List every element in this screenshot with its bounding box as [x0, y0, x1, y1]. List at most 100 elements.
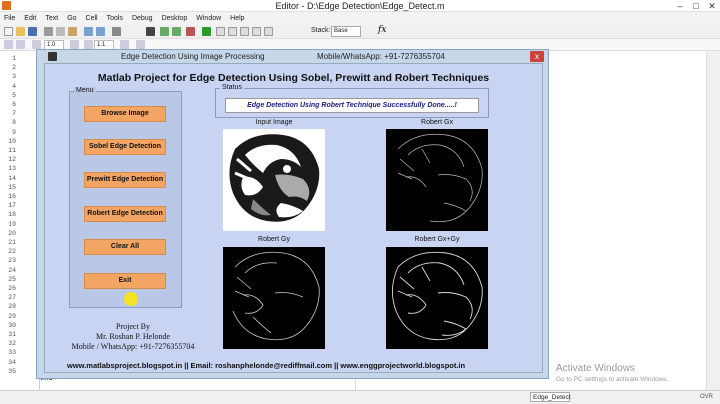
- figure-icon: [48, 52, 57, 61]
- continue-icon[interactable]: [252, 27, 261, 36]
- figure-contact: Mobile/WhatsApp: +91-7276355704: [317, 52, 445, 61]
- line-number: 14: [8, 174, 16, 182]
- robert-edge-detection-button[interactable]: Robert Edge Detection: [84, 206, 166, 222]
- credits-line-3: Mobile / WhatsApp: +91-7276355704: [71, 342, 195, 351]
- line-number: 9: [12, 128, 16, 136]
- line-number: 18: [8, 211, 16, 219]
- tiger-head-image: [223, 129, 325, 231]
- menu-tools[interactable]: Tools: [107, 12, 123, 25]
- editor-title: Editor - D:\Edge Detection\Edge_Detect.m: [275, 1, 445, 11]
- menu-panel: Menu Browse Image Sobel Edge Detection P…: [69, 87, 182, 308]
- menu-window[interactable]: Window: [196, 12, 221, 25]
- multiply-icon[interactable]: [120, 40, 129, 49]
- line-number: 11: [8, 147, 16, 154]
- cell-advance-icon[interactable]: [16, 40, 25, 49]
- vertical-scrollbar[interactable]: [706, 51, 720, 390]
- cursor-highlight: [124, 292, 138, 306]
- step-out-icon[interactable]: [240, 27, 249, 36]
- stack-label: Stack:: [311, 27, 331, 34]
- editor-menubar: File Edit Text Go Cell Tools Debug Desktop Windo…: [0, 12, 720, 25]
- robert-gx-label: Robert Gx: [421, 119, 453, 126]
- line-number: 15: [8, 183, 16, 191]
- menu-legend: Menu: [74, 87, 96, 94]
- cell-mode-icon[interactable]: [136, 40, 145, 49]
- robert-gy-label: Robert Gy: [258, 236, 290, 243]
- go-back-icon[interactable]: [160, 27, 169, 36]
- close-icon[interactable]: ✕: [704, 0, 720, 12]
- input-image-label: Input Image: [255, 119, 293, 126]
- sobel-edge-detection-button[interactable]: Sobel Edge Detection: [84, 139, 166, 155]
- menu-desktop[interactable]: Desktop: [162, 12, 188, 25]
- save-icon[interactable]: [28, 27, 37, 36]
- function-browser-icon[interactable]: fx: [378, 25, 386, 35]
- redo-icon[interactable]: [96, 27, 105, 36]
- line-number: 34: [8, 358, 16, 366]
- line-number: 27: [8, 294, 16, 302]
- copy-icon[interactable]: [56, 27, 65, 36]
- go-forward-icon[interactable]: [172, 27, 181, 36]
- line-number-gutter: 1 2 3 4 5 6 7 8 9 10 11 12 13 14 15 16 17 18 19 20 21 22 23 24 2…: [0, 51, 40, 390]
- step-in-icon[interactable]: [228, 27, 237, 36]
- maximize-icon[interactable]: □: [688, 0, 704, 12]
- undo-icon[interactable]: [84, 27, 93, 36]
- windows-activation-watermark: Activate Windows Go to PC settings to ac…: [556, 363, 668, 383]
- line-number: 26: [8, 285, 16, 292]
- cell-eval-icon[interactable]: [4, 40, 13, 49]
- line-number: 6: [12, 101, 16, 108]
- line-number: 30: [8, 321, 16, 329]
- line-number: 12: [8, 156, 16, 164]
- browse-image-button[interactable]: Browse Image: [84, 106, 166, 122]
- figure-close-button[interactable]: x: [530, 51, 544, 62]
- clear-all-button[interactable]: Clear All: [84, 239, 166, 255]
- robert-gx-gy-edges: [386, 247, 488, 349]
- new-file-icon[interactable]: [4, 27, 13, 36]
- figure-window: Edge Detection Using Image Processing Mo…: [36, 49, 549, 379]
- increment-icon[interactable]: [70, 40, 79, 49]
- credits-line-2: Mr. Roshan P. Helonde: [96, 332, 170, 341]
- open-folder-icon[interactable]: [16, 27, 25, 36]
- robert-gx-gy-image: [386, 247, 488, 349]
- minimize-icon[interactable]: –: [672, 0, 688, 12]
- line-number: 28: [8, 303, 16, 311]
- print-icon[interactable]: [112, 27, 121, 36]
- line-number: 29: [8, 312, 16, 320]
- breakpoint-icon[interactable]: [186, 27, 195, 36]
- line-number: 16: [8, 193, 16, 200]
- menu-go[interactable]: Go: [67, 12, 76, 25]
- line-number: 4: [12, 82, 16, 90]
- run-icon[interactable]: [202, 27, 211, 36]
- prewitt-edge-detection-button[interactable]: Prewitt Edge Detection: [84, 172, 166, 188]
- exit-button[interactable]: Exit: [84, 273, 166, 289]
- editor-titlebar: Editor - D:\Edge Detection\Edge_Detect.m…: [0, 0, 720, 12]
- menu-file[interactable]: File: [4, 12, 15, 25]
- robert-gy-image: [223, 247, 325, 349]
- line-number: 24: [8, 266, 16, 274]
- cut-icon[interactable]: [44, 27, 53, 36]
- menu-edit[interactable]: Edit: [24, 12, 36, 25]
- editor-statusbar: [0, 390, 720, 404]
- line-number: 10: [8, 137, 16, 145]
- find-icon[interactable]: [146, 27, 155, 36]
- divide-icon[interactable]: [84, 40, 93, 49]
- line-number: 2: [12, 64, 16, 72]
- stack-select[interactable]: Base: [331, 26, 361, 37]
- menu-cell[interactable]: Cell: [86, 12, 98, 25]
- matlab-editor: Editor - D:\Edge Detection\Edge_Detect.m…: [0, 0, 720, 404]
- activation-title: Activate Windows: [556, 363, 635, 374]
- line-number: 13: [8, 165, 16, 173]
- menu-text[interactable]: Text: [45, 12, 58, 25]
- menu-help[interactable]: Help: [230, 12, 244, 25]
- menu-debug[interactable]: Debug: [132, 12, 153, 25]
- line-number: 25: [8, 275, 16, 283]
- decrement-icon[interactable]: [32, 40, 41, 49]
- step-icon[interactable]: [216, 27, 225, 36]
- line-number: 3: [12, 73, 16, 81]
- status-message: Edge Detection Using Robert Technique Su…: [225, 98, 479, 113]
- file-tab-edge-detect[interactable]: Edge_Detect: [530, 392, 571, 402]
- exit-debug-icon[interactable]: [264, 27, 273, 36]
- activation-subtitle: Go to PC settings to activate Windows.: [556, 376, 669, 383]
- line-number: 7: [12, 110, 16, 118]
- overwrite-mode-indicator: OVR: [700, 394, 714, 400]
- paste-icon[interactable]: [68, 27, 77, 36]
- line-number: 8: [12, 119, 16, 127]
